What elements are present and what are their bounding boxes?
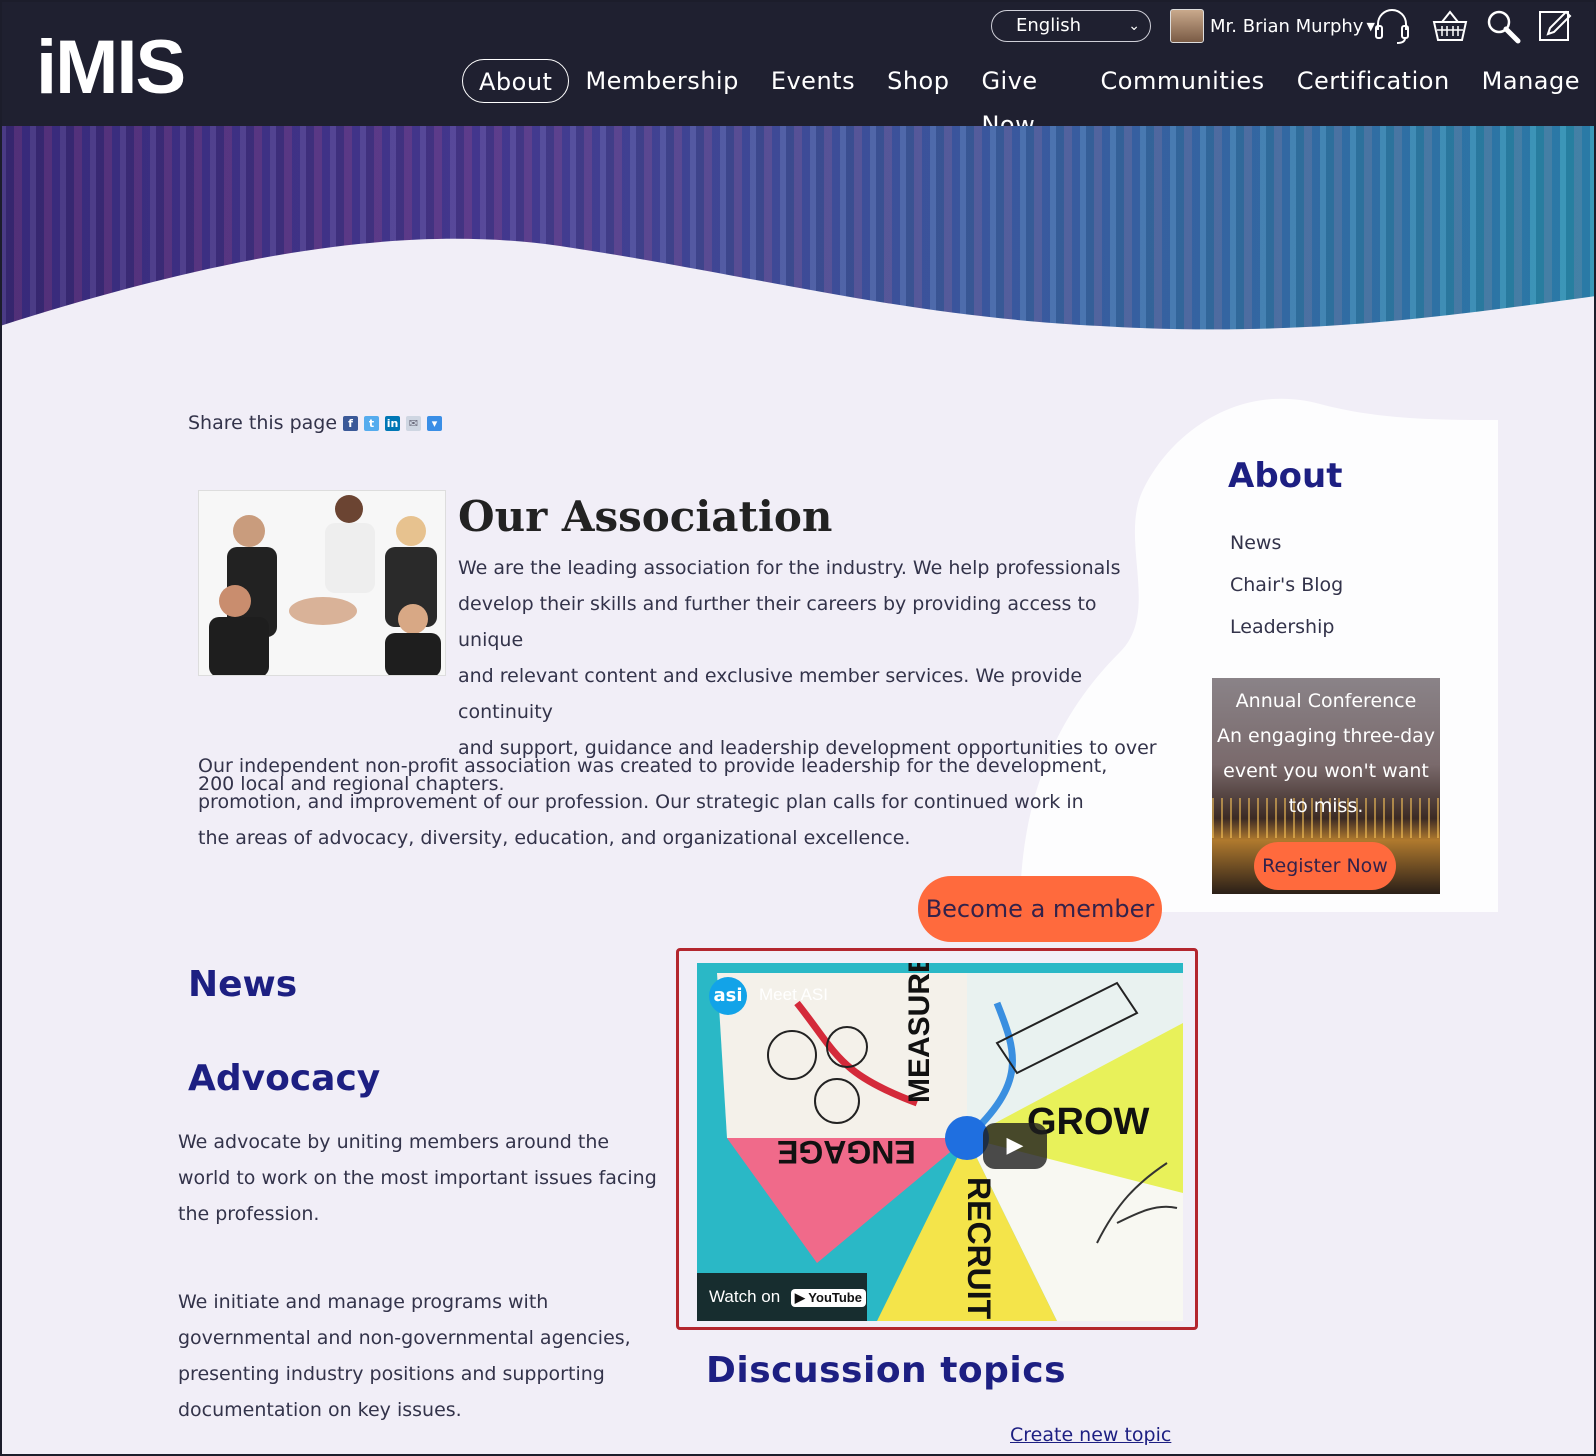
window-border [0, 0, 1596, 1456]
